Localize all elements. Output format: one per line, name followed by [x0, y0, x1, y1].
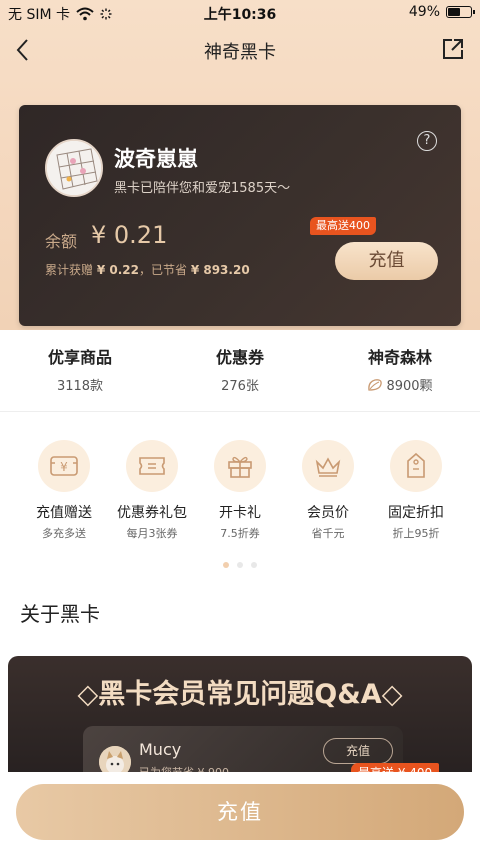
benefit-title: 会员价	[307, 505, 349, 521]
benefit-title: 固定折扣	[388, 505, 444, 521]
status-bar: 无 SIM 卡 上午10:36 49%	[0, 0, 480, 26]
price-tag-icon	[407, 452, 425, 478]
gift-label: 累计获赠	[45, 263, 94, 277]
gift-amount: ¥ 0.22	[96, 263, 139, 277]
stat-value: 276张	[221, 379, 259, 394]
pager-dot[interactable]	[237, 562, 243, 568]
stat-coupons[interactable]: 优惠券 276张	[160, 344, 320, 394]
balance-value: ¥ 0.21	[91, 221, 168, 249]
benefit-sub: 7.5折券	[220, 527, 260, 540]
page-title: 神奇黑卡	[204, 42, 276, 63]
benefit-title: 充值赠送	[36, 505, 92, 521]
stats-row: 优享商品 3118款 优惠券 276张 神奇森林 8900颗	[0, 330, 480, 410]
battery-icon	[446, 6, 475, 18]
avatar-image	[47, 141, 101, 195]
stat-forest[interactable]: 神奇森林 8900颗	[320, 344, 480, 394]
benefit-fixed-discount[interactable]: 固定折扣 折上95折	[372, 440, 460, 541]
battery-percent: 49%	[408, 4, 440, 20]
saved-amount: ¥ 893.20	[190, 263, 250, 277]
benefits-row: ¥ 充值赠送 多充多送 优惠券礼包 每月3张券 开卡礼 7.5折券 会员价 省千…	[0, 440, 480, 540]
benefit-title: 开卡礼	[219, 505, 261, 521]
recharge-button[interactable]: 充值	[16, 784, 464, 840]
membership-duration: 黑卡已陪伴您和爱宠1585天～	[114, 181, 291, 196]
benefit-recharge-gift[interactable]: ¥ 充值赠送 多充多送	[20, 440, 108, 541]
benefit-member-price[interactable]: 会员价 省千元	[284, 440, 372, 541]
benefit-sub: 折上95折	[392, 527, 440, 540]
benefit-sub: 省千元	[311, 527, 345, 540]
help-icon[interactable]: ?	[417, 131, 437, 151]
banner-title: ◇黑卡会员常见问题Q&A◇	[77, 679, 403, 710]
divider	[0, 411, 480, 412]
promo-badge: 最高送400	[310, 217, 376, 235]
stat-title: 神奇森林	[367, 348, 432, 367]
pager-dot[interactable]	[223, 562, 229, 568]
avatar[interactable]	[45, 139, 103, 197]
saved-label: ，已节省	[138, 263, 187, 277]
card-recharge-button[interactable]: 充值	[335, 242, 438, 280]
stat-title: 优享商品	[47, 348, 112, 367]
benefit-title: 优惠券礼包	[117, 505, 187, 521]
svg-text:¥: ¥	[60, 460, 68, 474]
mini-recharge-button: 充值	[323, 738, 393, 764]
stat-value: 8900颗	[386, 379, 433, 394]
benefit-coupon-pack[interactable]: 优惠券礼包 每月3张券	[108, 440, 196, 541]
crown-icon	[315, 457, 341, 477]
coupon-icon	[139, 457, 165, 475]
benefit-sub: 每月3张券	[126, 527, 178, 540]
pager-dots	[0, 562, 480, 568]
share-external-icon[interactable]	[440, 36, 466, 62]
balance-label: 余额	[45, 232, 78, 251]
stat-title: 优惠券	[215, 348, 264, 367]
nav-bar: 神奇黑卡	[0, 30, 480, 70]
recharge-yen-icon: ¥	[50, 456, 78, 476]
stat-value: 3118款	[56, 379, 104, 394]
mini-user-name: Mucy	[139, 740, 182, 759]
stat-products[interactable]: 优享商品 3118款	[0, 344, 160, 394]
benefit-sub: 多充多送	[42, 527, 86, 540]
seed-icon	[368, 378, 383, 391]
user-name: 波奇崽崽	[114, 147, 198, 171]
section-title: 关于黑卡	[20, 602, 100, 626]
pager-dot[interactable]	[251, 562, 257, 568]
benefit-opening-gift[interactable]: 开卡礼 7.5折券	[196, 440, 284, 541]
black-card: 波奇崽崽 黑卡已陪伴您和爱宠1585天～ ? 余额 ¥ 0.21 累计获赠 ¥ …	[19, 105, 461, 326]
gift-icon	[228, 456, 252, 478]
savings-summary: 累计获赠 ¥ 0.22，已节省 ¥ 893.20	[45, 261, 250, 278]
